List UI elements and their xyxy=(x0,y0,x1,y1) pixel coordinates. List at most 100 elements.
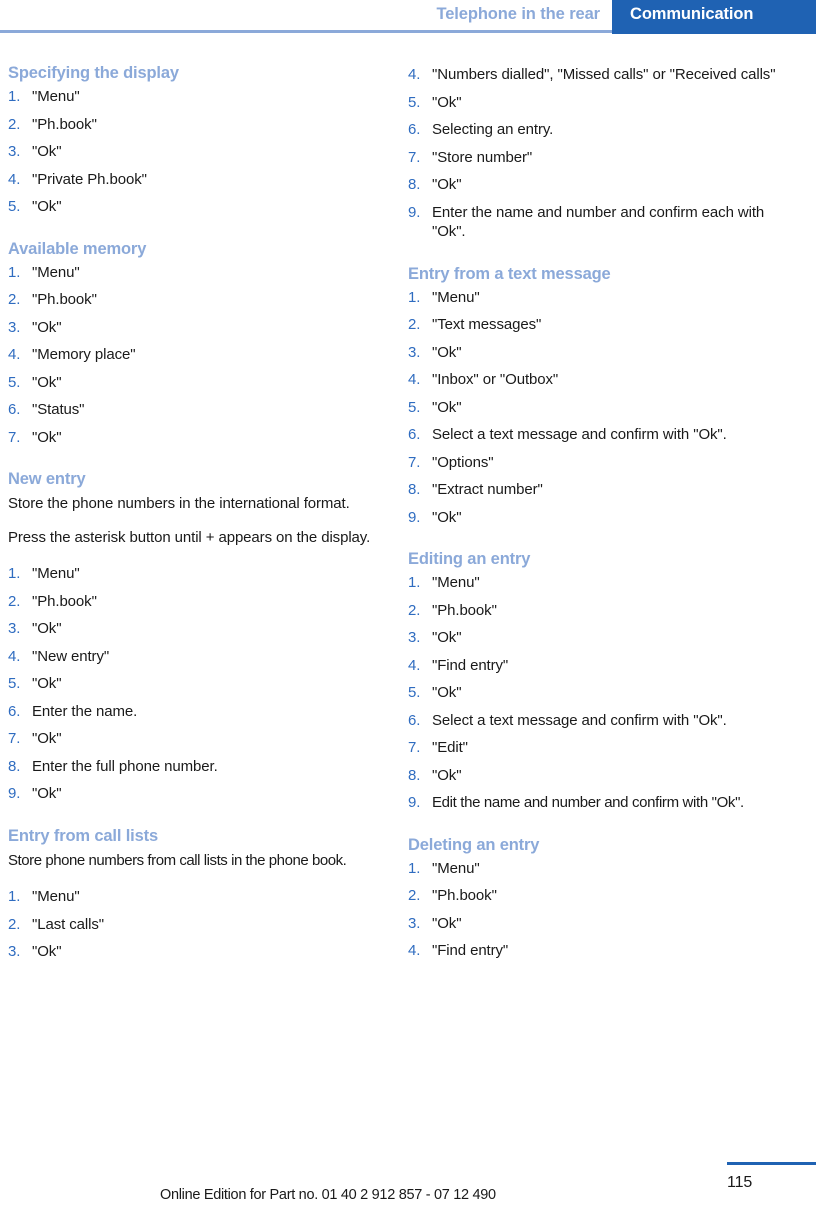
step-text: "Menu" xyxy=(432,288,480,306)
footer-edition-note: Online Edition for Part no. 01 40 2 912 … xyxy=(160,1187,496,1203)
step-item: "Ok" xyxy=(408,683,800,703)
step-text: Edit the name and number and confirm wit… xyxy=(432,794,744,811)
step-item: "Ok" xyxy=(408,508,800,528)
step-item: "Menu" xyxy=(408,288,800,308)
step-text: "Ok" xyxy=(32,675,62,692)
step-item: "Last calls" xyxy=(8,915,384,935)
step-item: "Private Ph.book" xyxy=(8,170,384,190)
step-text: "Menu" xyxy=(32,888,80,905)
step-text: "Status" xyxy=(32,401,85,418)
content-section: Editing an entry "Menu" "Ph.book" "Ok" "Find… xyxy=(408,548,800,813)
step-text: "Ok" xyxy=(432,93,462,111)
content-section: Specifying the display "Menu" "Ph.book" "Ok… xyxy=(8,62,384,217)
content-section: Entry from a text message "Menu" "Text mes… xyxy=(408,263,800,528)
step-item: Selecting an entry. xyxy=(408,120,800,140)
step-text: "Menu" xyxy=(32,565,80,582)
numbered-step-list: "Menu" "Text messages" "Ok" "Inbox" or "Out… xyxy=(408,288,800,528)
step-text: "Ok" xyxy=(432,629,462,646)
step-text: "Ph.book" xyxy=(432,601,497,619)
step-item: "Ok" xyxy=(8,142,384,162)
step-text: "Ph.book" xyxy=(32,115,97,133)
step-text: "Menu" xyxy=(432,574,480,591)
step-item: "Ok" xyxy=(408,175,800,195)
step-item: "Ok" xyxy=(408,914,800,934)
step-item: Select a text message and confirm with "… xyxy=(408,711,800,731)
step-text: "Ph.book" xyxy=(32,592,97,610)
step-item: "Edit" xyxy=(408,738,800,758)
step-item: "Menu" xyxy=(8,87,384,107)
step-text: Enter the full phone number. xyxy=(32,757,218,775)
section-heading: Editing an entry xyxy=(408,550,531,568)
content-column-right: "Numbers dialled", "Missed calls" or "Re… xyxy=(408,62,800,961)
step-text: "Memory place" xyxy=(32,346,136,363)
step-item: "Ok" xyxy=(8,619,384,639)
step-item: "Ok" xyxy=(8,373,384,393)
step-text: "Menu" xyxy=(32,88,80,105)
step-text: "Ok" xyxy=(432,398,462,416)
section-heading: Available memory xyxy=(8,239,147,258)
step-text: Selecting an entry. xyxy=(432,121,554,138)
step-text: "Last calls" xyxy=(32,915,104,933)
step-item: "Numbers dialled", "Missed calls" or "Re… xyxy=(408,65,800,85)
step-text: "Ok" xyxy=(32,785,62,802)
step-item: "Text messages" xyxy=(408,315,800,335)
step-item: "Ph.book" xyxy=(8,290,384,310)
step-item: "Ok" xyxy=(8,674,384,694)
numbered-step-list: "Menu" "Ph.book" "Ok" "New entry" "Ok" Enter … xyxy=(8,564,384,804)
step-item: "Menu" xyxy=(8,263,384,283)
step-item: "Ph.book" xyxy=(8,115,384,135)
step-item: Enter the name and number and confirm ea… xyxy=(408,203,800,242)
step-text: "Edit" xyxy=(432,739,468,756)
step-item: "Store number" xyxy=(408,148,800,168)
step-text: "Ok" xyxy=(32,198,62,215)
step-item: "Ok" xyxy=(8,428,384,448)
step-item: "Ok" xyxy=(8,197,384,217)
step-text: "Extract number" xyxy=(432,481,543,498)
content-section: Entry from call lists Store phone numbers… xyxy=(8,825,384,962)
step-item: "Ok" xyxy=(408,343,800,363)
header-section-tab-label: Communication xyxy=(630,5,754,23)
step-text: "Find entry" xyxy=(432,942,509,959)
step-text: "New entry" xyxy=(32,647,110,665)
step-text: "Options" xyxy=(432,453,494,471)
step-item: "Extract number" xyxy=(408,480,800,500)
step-text: "Ok" xyxy=(32,143,62,160)
page-footer: Online Edition for Part no. 01 40 2 912 … xyxy=(0,1148,816,1208)
step-text: "Ok" xyxy=(32,373,62,391)
step-text: "Store number" xyxy=(432,148,533,166)
step-item: "Ok" xyxy=(8,318,384,338)
step-item: "Options" xyxy=(408,453,800,473)
step-text: "Ok" xyxy=(32,620,62,637)
section-heading: New entry xyxy=(8,470,86,488)
header-divider-rule xyxy=(0,30,612,33)
step-item: Select a text message and confirm with "… xyxy=(408,425,800,445)
step-text: Enter the name. xyxy=(32,702,138,720)
step-item: "Menu" xyxy=(408,573,800,593)
step-text: "Menu" xyxy=(432,859,480,877)
step-item: Enter the full phone number. xyxy=(8,757,384,777)
section-heading: Entry from call lists xyxy=(8,826,158,845)
header-chapter-title: Telephone in the rear xyxy=(436,5,600,23)
step-item: "Ok" xyxy=(8,784,384,804)
step-text: "Find entry" xyxy=(432,656,509,674)
step-item: "Ph.book" xyxy=(408,886,800,906)
step-item: "Inbox" or "Outbox" xyxy=(408,370,800,390)
step-item: "Ok" xyxy=(408,398,800,418)
content-section: "Numbers dialled", "Missed calls" or "Re… xyxy=(408,65,800,242)
step-text: "Ok" xyxy=(32,318,62,336)
step-item: "Ok" xyxy=(8,729,384,749)
step-item: "Ok" xyxy=(8,942,384,962)
content-section: Available memory "Menu" "Ph.book" "Ok" "Memo… xyxy=(8,238,384,448)
step-text: "Inbox" or "Outbox" xyxy=(432,371,559,388)
content-column-left: Specifying the display "Menu" "Ph.book" "Ok… xyxy=(8,62,384,962)
content-section: Deleting an entry "Menu" "Ph.book" "Ok" "Fin… xyxy=(408,834,800,961)
numbered-step-list: "Numbers dialled", "Missed calls" or "Re… xyxy=(408,65,800,242)
step-item: "New entry" xyxy=(8,647,384,667)
step-text: "Ok" xyxy=(432,684,462,701)
section-paragraph: Press the asterisk button until + appear… xyxy=(8,528,371,546)
step-text: "Ok" xyxy=(432,508,462,526)
section-heading: Entry from a text message xyxy=(408,264,611,283)
step-item: "Ok" xyxy=(408,93,800,113)
step-item: "Find entry" xyxy=(408,941,800,961)
content-section: New entry Store the phone numbers in the … xyxy=(8,468,384,804)
